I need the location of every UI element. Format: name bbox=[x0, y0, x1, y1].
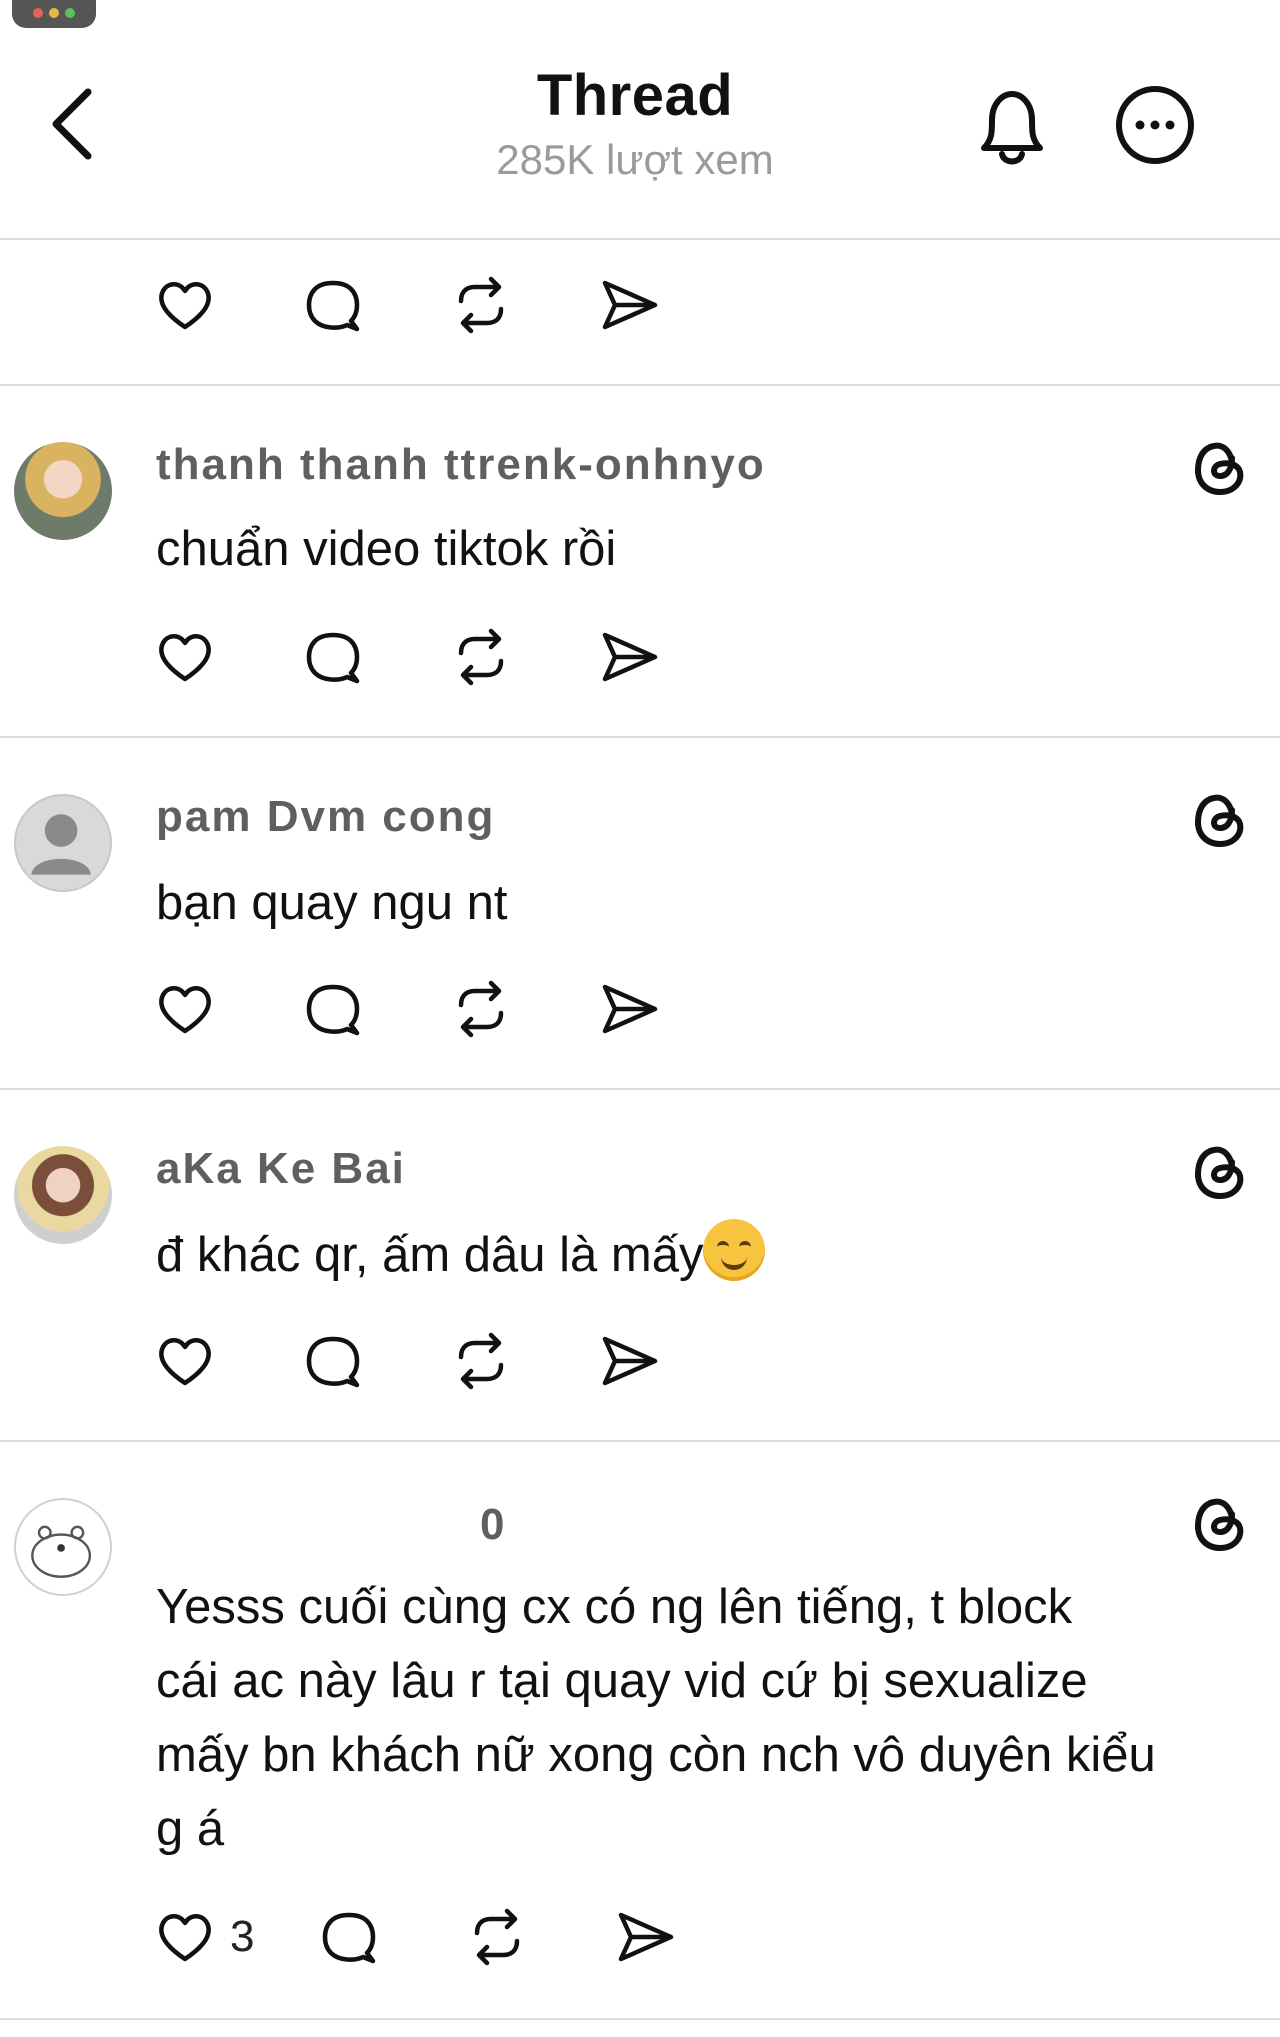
repost-icon bbox=[458, 980, 504, 1038]
top-bar: Thread 285K lượt xem bbox=[0, 0, 1280, 240]
share-icon bbox=[602, 632, 658, 682]
heart-icon bbox=[159, 282, 211, 330]
avatar[interactable] bbox=[14, 794, 112, 892]
comment-button[interactable] bbox=[298, 1326, 368, 1396]
heart-icon bbox=[159, 1338, 211, 1386]
comment-username[interactable]: aKa Ke Bai bbox=[156, 1144, 406, 1194]
post-actions bbox=[150, 270, 742, 340]
bear-avatar-icon bbox=[31, 1525, 92, 1578]
comment-icon bbox=[323, 1912, 376, 1964]
repost-icon bbox=[458, 628, 504, 686]
share-icon bbox=[602, 984, 658, 1034]
share-icon bbox=[602, 1336, 658, 1386]
comment-button[interactable] bbox=[298, 270, 368, 340]
comment-text-line: cái ac này lâu r tại quay vid cứ bị sexu… bbox=[156, 1654, 1088, 1708]
like-button[interactable] bbox=[150, 270, 220, 340]
comment-text-line: mấy bn khách nữ xong còn nch vô duyên ki… bbox=[156, 1728, 1156, 1782]
share-button[interactable] bbox=[610, 1902, 680, 1972]
comment-icon bbox=[306, 632, 360, 684]
like-button[interactable] bbox=[150, 974, 220, 1044]
comment-icon bbox=[306, 984, 360, 1036]
view-count: 285K lượt xem bbox=[496, 136, 774, 183]
share-button[interactable] bbox=[594, 1326, 664, 1396]
share-icon bbox=[602, 280, 658, 330]
avatar[interactable] bbox=[14, 442, 112, 540]
post-actions: 3 bbox=[150, 1902, 758, 1972]
comment-text: chuẩn video tiktok rồi bbox=[156, 522, 617, 576]
comment-username[interactable]: 0 bbox=[480, 1500, 506, 1550]
divider bbox=[0, 1440, 1280, 1442]
repost-icon bbox=[475, 1908, 520, 1966]
threads-icon[interactable] bbox=[1188, 786, 1252, 850]
comment-icon bbox=[306, 280, 360, 332]
threads-icon[interactable] bbox=[1188, 1490, 1252, 1554]
repost-icon bbox=[458, 276, 504, 334]
divider bbox=[0, 2018, 1280, 2020]
repost-icon bbox=[458, 1332, 504, 1390]
repost-button[interactable] bbox=[462, 1902, 532, 1972]
share-button[interactable] bbox=[594, 974, 664, 1044]
repost-button[interactable] bbox=[446, 974, 516, 1044]
comment-text: bạn quay ngu nt bbox=[156, 876, 508, 930]
like-count: 3 bbox=[230, 1912, 255, 1961]
share-icon bbox=[619, 1912, 674, 1962]
divider bbox=[0, 1088, 1280, 1090]
heart-icon bbox=[159, 986, 211, 1034]
repost-button[interactable] bbox=[446, 1326, 516, 1396]
like-button[interactable] bbox=[150, 1902, 220, 1972]
share-button[interactable] bbox=[594, 270, 664, 340]
share-button[interactable] bbox=[594, 622, 664, 692]
heart-icon bbox=[159, 634, 211, 682]
comment-button[interactable] bbox=[298, 974, 368, 1044]
repost-button[interactable] bbox=[446, 270, 516, 340]
comment-text: đ khác qr, ấm dâu là mấy bbox=[156, 1218, 766, 1292]
comment-username[interactable]: pam Dvm cong bbox=[156, 792, 495, 842]
comment-button[interactable] bbox=[298, 622, 368, 692]
divider bbox=[0, 736, 1280, 738]
divider bbox=[0, 384, 1280, 386]
like-button[interactable] bbox=[150, 1326, 220, 1396]
more-icon[interactable] bbox=[1114, 84, 1196, 166]
avatar[interactable] bbox=[14, 1146, 112, 1244]
avatar[interactable] bbox=[14, 1498, 112, 1596]
post-actions bbox=[150, 1326, 742, 1396]
repost-button[interactable] bbox=[446, 622, 516, 692]
comment-text-line: g á bbox=[156, 1802, 225, 1856]
threads-icon[interactable] bbox=[1188, 434, 1252, 498]
comment-button[interactable] bbox=[314, 1902, 384, 1972]
like-button[interactable] bbox=[150, 622, 220, 692]
page-title: Thread bbox=[536, 63, 734, 128]
post-actions bbox=[150, 974, 742, 1044]
heart-icon bbox=[159, 1914, 211, 1962]
threads-icon[interactable] bbox=[1188, 1138, 1252, 1202]
comment-text-content: đ khác qr, ấm dâu là mấy bbox=[156, 1228, 704, 1282]
bell-icon[interactable] bbox=[972, 82, 1052, 172]
post-actions bbox=[150, 622, 742, 692]
comment-text-line: Yesss cuối cùng cx có ng lên tiếng, t bl… bbox=[156, 1580, 1073, 1634]
smiling-face-emoji-icon bbox=[703, 1219, 766, 1281]
comment-username[interactable]: thanh thanh ttrenk-onhnyo bbox=[156, 440, 766, 490]
default-avatar-icon bbox=[31, 814, 91, 875]
comment-icon bbox=[306, 1336, 360, 1388]
